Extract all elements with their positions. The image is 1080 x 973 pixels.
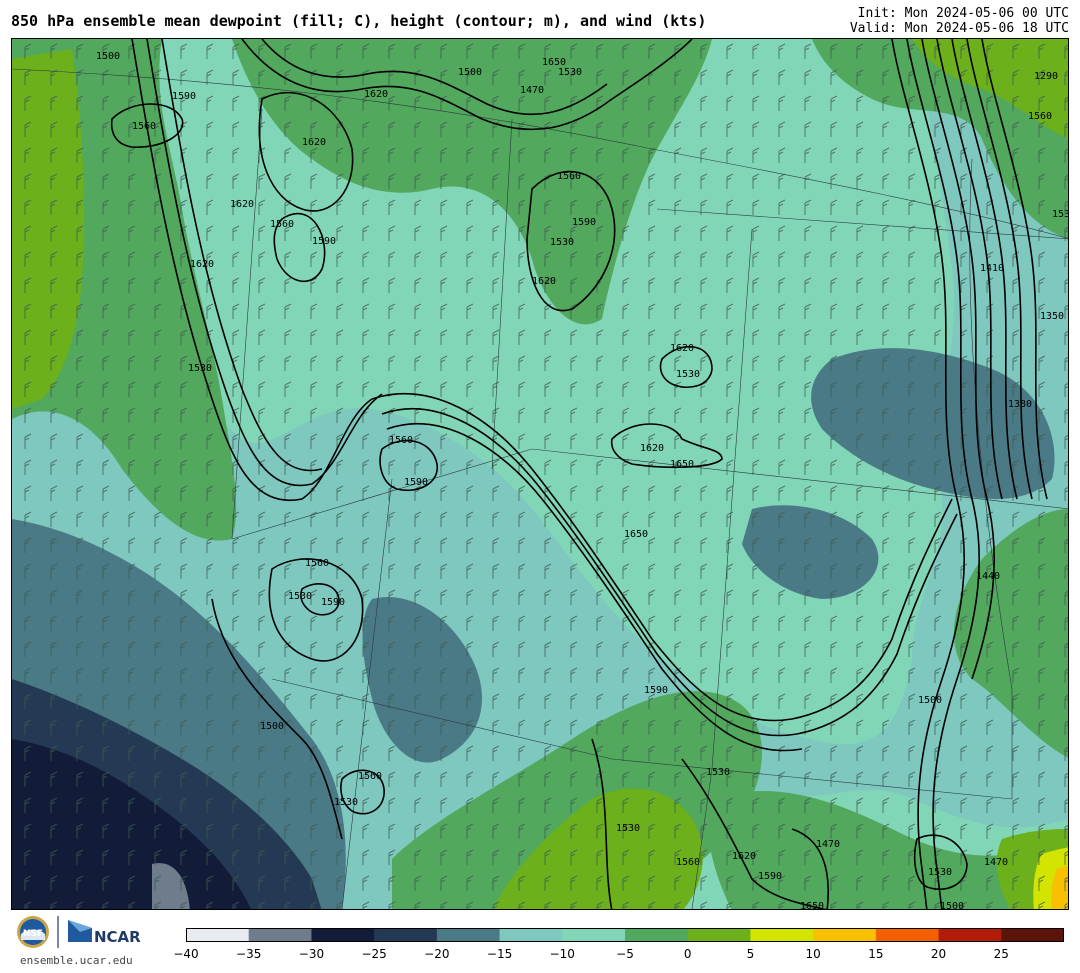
ncar-logo-text: NCAR bbox=[94, 928, 141, 946]
contour-label: 1620 bbox=[190, 259, 214, 270]
colorbar-swatch bbox=[813, 928, 877, 942]
contour-label: 1620 bbox=[732, 851, 756, 862]
contour-label: 1530 bbox=[616, 823, 640, 834]
contour-label: 1620 bbox=[532, 276, 556, 287]
time-info: Init: Mon 2024-05-06 00 UTC Valid: Mon 2… bbox=[850, 6, 1069, 36]
contour-label: 1590 bbox=[404, 477, 428, 488]
contour-label: 1620 bbox=[670, 343, 694, 354]
contour-label: 1530 bbox=[1052, 209, 1069, 220]
contour-label: 1500 bbox=[918, 695, 942, 706]
colorbar-ticks: −40 −35 −30 −25 −20 −15 −10 −5 0 5 10 15 20 25 bbox=[173, 945, 1064, 965]
colorbar-tick-label: −35 bbox=[236, 947, 262, 961]
contour-label: 1530 bbox=[550, 237, 574, 248]
contour-label: 1470 bbox=[816, 839, 840, 850]
colorbar-tick-label: 25 bbox=[993, 947, 1009, 961]
chart-title: 850 hPa ensemble mean dewpoint (fill; C)… bbox=[11, 12, 707, 30]
contour-label: 1500 bbox=[940, 901, 964, 910]
colorbar-swatch bbox=[311, 928, 375, 942]
contour-label: 1530 bbox=[334, 797, 358, 808]
colorbar-tick-label: 15 bbox=[868, 947, 884, 961]
contour-label: 1560 bbox=[557, 171, 581, 182]
colorbar-tick-label: −5 bbox=[616, 947, 634, 961]
colorbar bbox=[186, 928, 1064, 942]
contour-label: 1410 bbox=[980, 263, 1004, 274]
contour-label: 1560 bbox=[676, 857, 700, 868]
contour-label: 1560 bbox=[270, 219, 294, 230]
contour-label: 1560 bbox=[132, 121, 156, 132]
colorbar-swatch bbox=[687, 928, 751, 942]
contour-label: 1500 bbox=[458, 67, 482, 78]
init-time: Init: Mon 2024-05-06 00 UTC bbox=[857, 6, 1069, 21]
contour-label: 1350 bbox=[1040, 311, 1064, 322]
colorbar-tick-label: −10 bbox=[549, 947, 575, 961]
colorbar-swatch bbox=[436, 928, 501, 942]
colorbar-tick-label: −25 bbox=[361, 947, 387, 961]
colorbar-tick-label: −40 bbox=[173, 947, 199, 961]
contour-label: 1590 bbox=[644, 685, 668, 696]
valid-time: Valid: Mon 2024-05-06 18 UTC bbox=[849, 21, 1069, 36]
nsf-logo-text: NSF bbox=[23, 929, 43, 939]
contour-label: 1560 bbox=[305, 558, 329, 569]
colorbar-swatch bbox=[248, 928, 312, 942]
contour-label: 1590 bbox=[572, 217, 596, 228]
contour-label: 1590 bbox=[758, 871, 782, 882]
dewpoint-map: 1500 1530 1560 1590 1620 1650 1620 1590 … bbox=[11, 38, 1069, 910]
ncar-logo-icon: NCAR bbox=[68, 920, 141, 946]
contour-label: 1380 bbox=[1008, 399, 1032, 410]
contour-label: 1620 bbox=[640, 443, 664, 454]
contour-label: 1590 bbox=[312, 236, 336, 247]
contour-label: 1560 bbox=[1028, 111, 1052, 122]
colorbar-tick-label: −30 bbox=[298, 947, 325, 961]
site-url: ensemble.ucar.edu bbox=[20, 954, 133, 967]
colorbar-swatch bbox=[1001, 928, 1064, 942]
contour-label: 1650 bbox=[800, 901, 824, 910]
colorbar-tick-label: 20 bbox=[930, 947, 947, 961]
colorbar-swatch bbox=[562, 928, 626, 942]
contour-label: 1440 bbox=[976, 571, 1000, 582]
contour-label: 1590 bbox=[172, 91, 196, 102]
colorbar-swatch bbox=[499, 928, 563, 942]
contour-label: 1290 bbox=[1034, 71, 1058, 82]
colorbar-tick-label: 5 bbox=[746, 947, 755, 961]
colorbar-tick-label: −20 bbox=[424, 947, 450, 961]
contour-label: 1590 bbox=[321, 597, 345, 608]
contour-label: 1470 bbox=[984, 857, 1008, 868]
colorbar-swatch bbox=[374, 928, 438, 942]
contour-label: 1500 bbox=[260, 721, 284, 732]
contour-label: 1650 bbox=[670, 459, 694, 470]
contour-label: 1560 bbox=[389, 435, 413, 446]
contour-label: 1530 bbox=[928, 867, 952, 878]
contour-label: 1470 bbox=[520, 85, 544, 96]
contour-label: 1620 bbox=[230, 199, 254, 210]
contour-label: 1500 bbox=[96, 51, 120, 62]
contour-label: 1530 bbox=[676, 369, 700, 380]
colorbar-swatch bbox=[875, 928, 940, 942]
colorbar-tick-label: −15 bbox=[486, 947, 513, 961]
contour-label: 1530 bbox=[288, 591, 312, 602]
nsf-logo-icon: NSF bbox=[17, 916, 49, 948]
contour-label: 1620 bbox=[302, 137, 326, 148]
contour-label: 1530 bbox=[706, 767, 730, 778]
contour-label: 1530 bbox=[188, 363, 212, 374]
colorbar-swatch bbox=[938, 928, 1002, 942]
colorbar-swatch bbox=[750, 928, 814, 942]
colorbar-swatch bbox=[186, 928, 250, 942]
contour-label: 1650 bbox=[624, 529, 648, 540]
map-canvas: 1500 1530 1560 1590 1620 1650 1620 1590 … bbox=[12, 39, 1069, 910]
colorbar-tick-label: 0 bbox=[683, 947, 692, 961]
logo-graphics: NSF NCAR bbox=[17, 916, 141, 948]
contour-label: 1530 bbox=[558, 67, 582, 78]
contour-label: 1560 bbox=[358, 771, 382, 782]
colorbar-swatch bbox=[625, 928, 689, 942]
contour-label: 1620 bbox=[364, 89, 388, 100]
colorbar-tick-label: 10 bbox=[805, 947, 821, 961]
